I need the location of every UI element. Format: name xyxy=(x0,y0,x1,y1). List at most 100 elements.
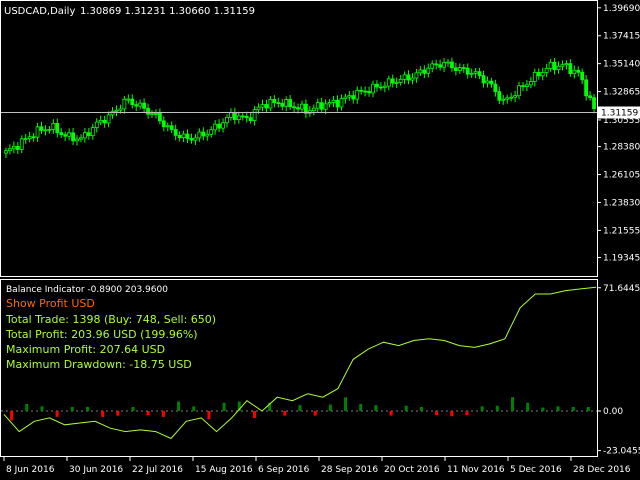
candle xyxy=(438,59,443,71)
trade-bar xyxy=(313,411,317,416)
trade-bar xyxy=(131,406,135,411)
candle xyxy=(19,135,24,153)
candle xyxy=(390,74,395,88)
price-tick-label: 1.37415 xyxy=(603,32,640,42)
candle xyxy=(43,125,48,136)
candle xyxy=(181,130,186,143)
price-tick-label: 1.21555 xyxy=(603,226,640,236)
candle xyxy=(521,82,525,92)
indicator-header: Balance Indicator -0.8900 203.9600 xyxy=(6,285,168,295)
mt4-chart-window: 1.39690 1.37415 1.35140 1.32865 1.30555 1.283… xyxy=(0,0,640,480)
trade-bar xyxy=(526,402,530,411)
trade-bar xyxy=(40,406,44,411)
price-tick-label: 1.19345 xyxy=(603,253,640,263)
trade-bar xyxy=(450,411,454,417)
trade-bar xyxy=(101,411,105,417)
candle xyxy=(576,66,581,77)
candle xyxy=(55,118,60,138)
candle xyxy=(430,60,435,73)
candle xyxy=(386,75,391,91)
candle xyxy=(473,67,478,79)
price-tick-label: 1.32865 xyxy=(603,88,640,98)
candle xyxy=(292,101,296,113)
candle xyxy=(83,127,87,143)
candle xyxy=(584,75,589,101)
candle xyxy=(434,59,439,70)
candle xyxy=(556,61,561,74)
price-tick-label: 1.28380 xyxy=(603,143,640,153)
price-tick-label: 1.26105 xyxy=(603,171,640,181)
chart-canvas[interactable]: 1.396901.374151.351401.328651.305551.283… xyxy=(0,0,640,480)
candle xyxy=(189,133,194,144)
candle xyxy=(244,111,249,123)
candle xyxy=(236,111,241,124)
candle xyxy=(375,80,379,92)
candle xyxy=(588,91,592,101)
time-tick-label: 28 Sep 2016 xyxy=(321,465,378,475)
trade-bar xyxy=(207,411,211,420)
candle xyxy=(528,76,533,89)
candle xyxy=(572,65,577,79)
candle xyxy=(264,99,269,113)
trade-bar xyxy=(465,411,469,416)
price-candles xyxy=(4,57,596,159)
stat-max-profit: Maximum Profit: 207.64 USD xyxy=(6,343,165,356)
candle xyxy=(525,80,529,92)
trade-bar xyxy=(116,411,120,416)
candle xyxy=(580,68,585,84)
trade-bar xyxy=(419,406,423,411)
candle xyxy=(327,99,332,108)
candle xyxy=(359,86,364,95)
candle xyxy=(457,63,462,74)
candle xyxy=(461,64,466,73)
candle xyxy=(225,114,229,128)
price-tick-label: 1.35140 xyxy=(603,60,640,70)
candle xyxy=(142,98,147,113)
candle xyxy=(304,99,308,119)
candle xyxy=(477,67,482,80)
candle xyxy=(406,70,411,85)
candle xyxy=(355,86,360,104)
time-tick-label: 20 Oct 2016 xyxy=(384,465,440,475)
symbol-label: USDCAD,Daily xyxy=(4,6,75,17)
trade-bar xyxy=(10,411,14,421)
candle xyxy=(209,126,214,138)
candle xyxy=(307,105,312,117)
indicator-trade-bars xyxy=(10,397,590,421)
ohlc-values: 1.30869 1.31231 1.30660 1.31159 xyxy=(80,6,255,17)
candle xyxy=(347,91,352,101)
candle xyxy=(422,65,427,79)
candle xyxy=(300,100,304,113)
candle xyxy=(67,128,72,141)
candle xyxy=(130,94,135,109)
candle xyxy=(489,77,494,88)
candle xyxy=(75,135,79,146)
candle xyxy=(548,59,553,72)
candle xyxy=(323,99,328,115)
candle xyxy=(154,109,158,119)
trade-bar xyxy=(586,406,590,411)
candle xyxy=(442,58,446,72)
mode-label[interactable]: Show Profit USD xyxy=(6,297,95,310)
trade-bar xyxy=(480,406,484,411)
candle xyxy=(485,76,490,88)
candle xyxy=(351,90,356,104)
candle xyxy=(288,95,293,111)
candle xyxy=(201,127,206,141)
candle xyxy=(481,70,486,88)
candle xyxy=(497,86,502,104)
trade-bar xyxy=(85,406,89,411)
candle xyxy=(276,97,281,108)
candle xyxy=(418,66,423,76)
trade-bar xyxy=(192,406,196,411)
trade-bar xyxy=(556,406,560,411)
trade-bar xyxy=(146,411,150,416)
candle xyxy=(532,68,537,87)
candle xyxy=(509,92,514,102)
candle xyxy=(31,132,36,142)
current-price-tag: 1.31159 xyxy=(598,106,640,119)
candle xyxy=(23,133,28,144)
candle xyxy=(501,94,506,105)
time-tick-label: 6 Sep 2016 xyxy=(258,465,310,475)
candle xyxy=(367,86,371,97)
